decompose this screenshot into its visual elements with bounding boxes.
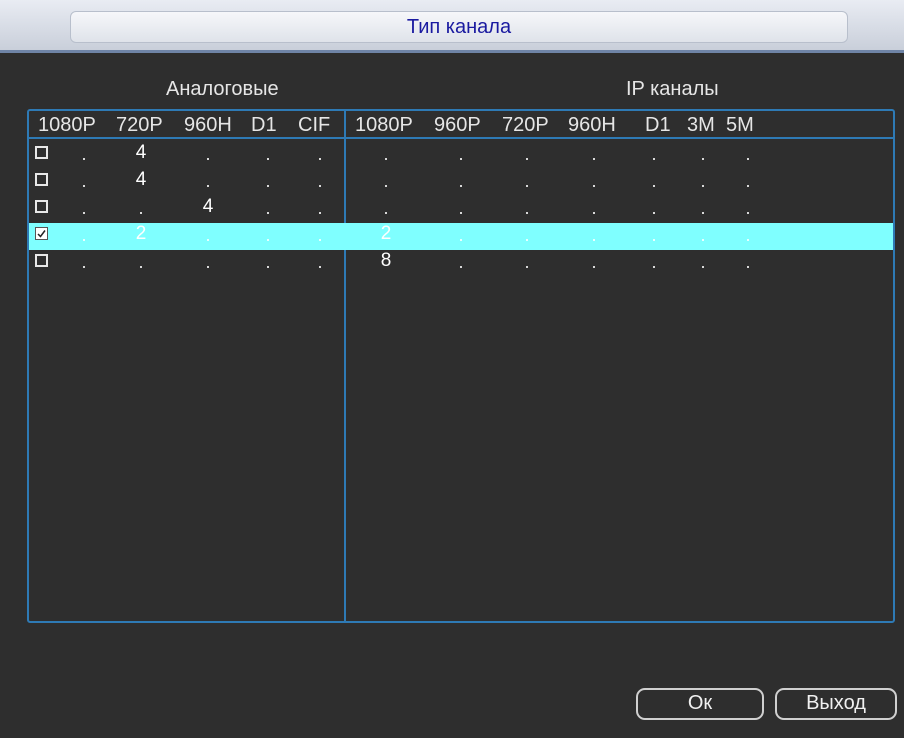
ip-empty-cell[interactable] [747,266,749,268]
ip-empty-cell[interactable] [747,239,749,241]
col-ip-d1: D1 [645,114,671,136]
ip-empty-cell[interactable] [526,239,528,241]
column-group-divider [344,109,346,623]
ip-empty-cell[interactable] [702,212,704,214]
ip-empty-cell[interactable] [460,212,462,214]
title-bar: Тип канала [0,0,904,50]
col-analog-cif: CIF [298,114,331,136]
ip-empty-cell[interactable] [747,212,749,214]
analog-empty-cell[interactable] [319,266,321,268]
col-analog-1080p: 1080P [38,114,96,136]
analog-empty-cell[interactable] [207,185,209,187]
ip-empty-cell[interactable] [460,185,462,187]
analog-empty-cell[interactable] [140,212,142,214]
channel-checkbox[interactable] [35,146,48,159]
analog-empty-cell[interactable] [207,266,209,268]
ip-empty-cell[interactable] [653,212,655,214]
analog-empty-cell[interactable] [207,239,209,241]
ip-channel-count[interactable]: 2 [381,223,392,245]
ip-empty-cell[interactable] [653,158,655,160]
ip-empty-cell[interactable] [526,158,528,160]
ip-empty-cell[interactable] [526,266,528,268]
col-ip-960p: 960P [434,114,481,136]
ip-empty-cell[interactable] [385,158,387,160]
ip-empty-cell[interactable] [702,158,704,160]
selected-row-highlight[interactable] [29,223,893,250]
ip-empty-cell[interactable] [653,239,655,241]
ip-empty-cell[interactable] [593,158,595,160]
ip-section-heading: IP каналы [626,78,719,100]
check-icon [37,230,46,238]
ip-empty-cell[interactable] [460,239,462,241]
analog-channel-count[interactable]: 4 [136,142,147,164]
col-ip-960h: 960H [568,114,616,136]
col-ip-5m: 5M [726,114,754,136]
analog-empty-cell[interactable] [83,212,85,214]
ok-button[interactable]: Ок [636,688,764,720]
analog-empty-cell[interactable] [83,185,85,187]
analog-empty-cell[interactable] [207,158,209,160]
analog-empty-cell[interactable] [319,212,321,214]
ip-empty-cell[interactable] [385,185,387,187]
analog-empty-cell[interactable] [267,158,269,160]
analog-empty-cell[interactable] [83,158,85,160]
channel-checkbox[interactable] [35,254,48,267]
col-analog-d1: D1 [251,114,277,136]
ip-empty-cell[interactable] [702,239,704,241]
channel-checkbox[interactable] [35,227,48,240]
channel-checkbox[interactable] [35,173,48,186]
ip-empty-cell[interactable] [702,185,704,187]
ip-empty-cell[interactable] [460,158,462,160]
ip-empty-cell[interactable] [747,185,749,187]
ip-empty-cell[interactable] [653,185,655,187]
ip-empty-cell[interactable] [593,266,595,268]
col-analog-960h: 960H [184,114,232,136]
analog-empty-cell[interactable] [319,158,321,160]
ip-channel-count[interactable]: 8 [381,250,392,272]
analog-empty-cell[interactable] [319,239,321,241]
ip-empty-cell[interactable] [747,158,749,160]
analog-empty-cell[interactable] [267,212,269,214]
exit-button[interactable]: Выход [775,688,897,720]
col-ip-720p: 720P [502,114,549,136]
ip-empty-cell[interactable] [702,266,704,268]
analog-empty-cell[interactable] [319,185,321,187]
header-divider [27,137,895,139]
col-analog-720p: 720P [116,114,163,136]
analog-empty-cell[interactable] [267,239,269,241]
analog-empty-cell[interactable] [267,185,269,187]
channel-checkbox[interactable] [35,200,48,213]
analog-section-heading: Аналоговые [166,78,279,100]
ip-empty-cell[interactable] [526,212,528,214]
ip-empty-cell[interactable] [653,266,655,268]
analog-channel-count[interactable]: 2 [136,223,147,245]
ip-empty-cell[interactable] [593,185,595,187]
channel-type-dialog: Тип канала Аналоговые IP каналы 1080P 72… [0,0,904,738]
analog-channel-count[interactable]: 4 [136,169,147,191]
analog-empty-cell[interactable] [267,266,269,268]
analog-channel-count[interactable]: 4 [203,196,214,218]
analog-empty-cell[interactable] [83,239,85,241]
ip-empty-cell[interactable] [593,212,595,214]
col-ip-1080p: 1080P [355,114,413,136]
ip-empty-cell[interactable] [460,266,462,268]
title-divider [0,50,904,53]
ip-empty-cell[interactable] [593,239,595,241]
ip-empty-cell[interactable] [385,212,387,214]
window-title: Тип канала [70,11,848,43]
ip-empty-cell[interactable] [526,185,528,187]
analog-empty-cell[interactable] [83,266,85,268]
analog-empty-cell[interactable] [140,266,142,268]
col-ip-3m: 3M [687,114,715,136]
